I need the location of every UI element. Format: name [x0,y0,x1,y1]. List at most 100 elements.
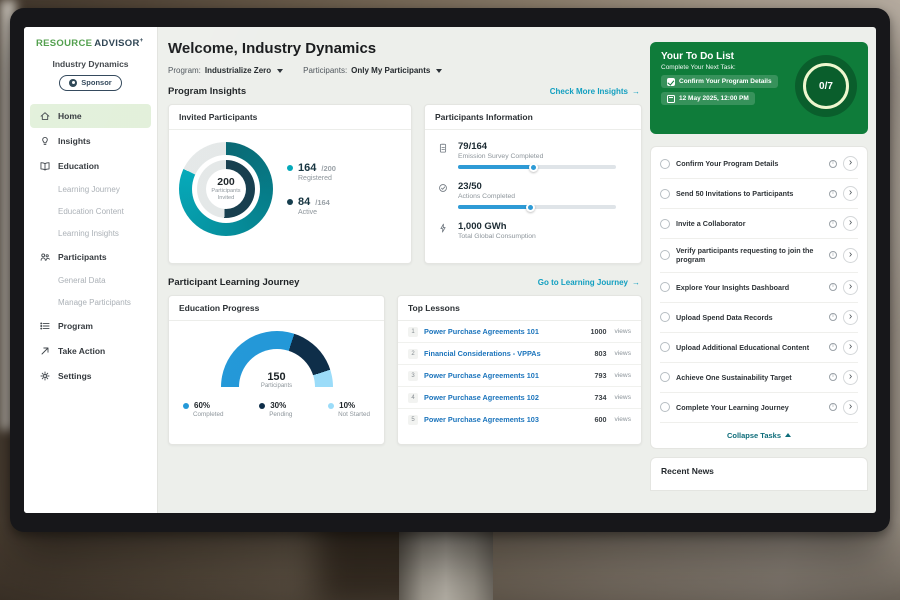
task-checkbox[interactable] [660,402,670,412]
task-row-invite-collaborator[interactable]: Invite a Collaborator [660,209,858,239]
lesson-views-count: 803 [595,349,607,358]
learning-cards-row: Education Progress 150 Participants 60% … [168,295,642,445]
sidebar-item-general-data[interactable]: General Data [24,270,157,292]
info-icon[interactable] [829,251,837,259]
task-label: Explore Your Insights Dashboard [676,283,823,292]
legend-item-pending: 30% Pending [259,401,292,418]
sidebar-item-learning-insights[interactable]: Learning Insights [24,223,157,245]
legend-percent: 30% [270,401,286,410]
donut-center: 200 Participants Invited [206,169,246,209]
info-icon[interactable] [829,313,837,321]
chevron-right-icon[interactable] [843,310,858,325]
info-icon[interactable] [829,220,837,228]
stat-value: 79/164 [458,141,616,152]
sidebar-subitem-label: Education Content [58,207,124,216]
task-checkbox[interactable] [660,312,670,322]
sidebar-item-education[interactable]: Education [30,154,151,178]
task-row-complete-learning-journey[interactable]: Complete Your Learning Journey [660,393,858,423]
sidebar-item-home[interactable]: Home [30,104,151,128]
task-row-confirm-program[interactable]: Confirm Your Program Details [660,149,858,179]
todo-summary-card: Your To Do List Complete Your Next Task:… [650,42,868,134]
due-date-pill: 12 May 2025, 12:00 PM [661,92,755,105]
task-row-upload-spend-data[interactable]: Upload Spend Data Records [660,303,858,333]
main-content: Welcome, Industry Dynamics Program: Indu… [158,27,648,513]
task-checkbox[interactable] [660,250,670,260]
chevron-right-icon[interactable] [843,340,858,355]
next-task-pill[interactable]: Confirm Your Program Details [661,75,778,88]
progress-bar [458,165,616,169]
role-badge-label: Sponsor [81,78,111,87]
recent-news-title: Recent News [661,466,857,476]
sidebar-item-insights[interactable]: Insights [30,129,151,153]
task-row-send-invitations[interactable]: Send 50 Invitations to Participants [660,179,858,209]
task-row-explore-insights[interactable]: Explore Your Insights Dashboard [660,273,858,303]
task-checkbox[interactable] [660,189,670,199]
task-label: Complete Your Learning Journey [676,403,823,412]
sidebar-item-learning-journey[interactable]: Learning Journey [24,179,157,201]
role-badge[interactable]: Sponsor [59,75,121,91]
donut-legend: 164 /200 Registered 84 /164 [287,162,336,216]
logo-advisor: ADVISOR [94,38,139,49]
lesson-link[interactable]: Power Purchase Agreements 101 [424,327,585,336]
lesson-views-label: views [615,416,632,423]
chevron-right-icon[interactable] [843,156,858,171]
lesson-rank: 4 [408,393,418,403]
lesson-link[interactable]: Power Purchase Agreements 102 [424,393,589,402]
chevron-right-icon[interactable] [843,400,858,415]
check-more-insights-link[interactable]: Check More Insights → [550,87,640,96]
info-icon[interactable] [829,283,837,291]
chevron-right-icon[interactable] [843,280,858,295]
sidebar-subitem-label: Manage Participants [58,298,131,307]
actions-icon [437,182,449,194]
sidebar-item-program[interactable]: Program [30,314,151,338]
chevron-right-icon[interactable] [843,186,858,201]
sidebar-item-education-content[interactable]: Education Content [24,201,157,223]
lesson-rank: 5 [408,415,418,425]
gauge-legend: 60% Completed 30% Pending 10% Not Starte… [169,401,384,418]
chevron-right-icon[interactable] [843,248,858,263]
collapse-tasks-label: Collapse Tasks [727,431,781,440]
settings-icon [39,370,51,382]
stat-value: 23/50 [458,181,616,192]
task-checkbox[interactable] [660,219,670,229]
chevron-right-icon[interactable] [843,370,858,385]
task-checkbox[interactable] [660,372,670,382]
logo-plus: + [140,38,144,44]
task-checkbox[interactable] [660,282,670,292]
card-title: Participants Information [425,105,641,130]
task-checkbox[interactable] [660,159,670,169]
program-filter-value: Industrialize Zero [205,66,271,75]
info-icon[interactable] [829,160,837,168]
go-to-learning-journey-link[interactable]: Go to Learning Journey → [538,278,640,287]
link-label: Go to Learning Journey [538,278,628,287]
info-icon[interactable] [829,373,837,381]
task-row-upload-educational-content[interactable]: Upload Additional Educational Content [660,333,858,363]
task-row-verify-participants[interactable]: Verify participants requesting to join t… [660,239,858,273]
sidebar-item-settings[interactable]: Settings [30,364,151,388]
education-icon [39,160,51,172]
program-filter-label: Program: [168,66,201,75]
calendar-icon [667,95,675,103]
info-icon[interactable] [829,343,837,351]
lesson-row: 2 Financial Considerations - VPPAs 803 v… [398,343,641,365]
task-row-achieve-target[interactable]: Achieve One Sustainability Target [660,363,858,393]
lesson-link[interactable]: Power Purchase Agreements 103 [424,415,589,424]
program-filter[interactable]: Program: Industrialize Zero [168,66,283,75]
lesson-link[interactable]: Financial Considerations - VPPAs [424,349,589,358]
sidebar-item-participants[interactable]: Participants [30,245,151,269]
lesson-row: 5 Power Purchase Agreements 103 600 view… [398,409,641,430]
chevron-right-icon[interactable] [843,216,858,231]
legend-item-completed: 60% Completed [183,401,223,418]
participants-icon [39,251,51,263]
lesson-views-label: views [615,350,632,357]
legend-label: Completed [193,411,223,418]
task-checkbox[interactable] [660,342,670,352]
participants-filter[interactable]: Participants: Only My Participants [303,66,442,75]
info-icon[interactable] [829,190,837,198]
sidebar-item-take-action[interactable]: Take Action [30,339,151,363]
sidebar-item-manage-participants[interactable]: Manage Participants [24,292,157,314]
collapse-tasks-button[interactable]: Collapse Tasks [660,423,858,445]
lesson-link[interactable]: Power Purchase Agreements 101 [424,371,589,380]
legend-dot [287,199,293,205]
info-icon[interactable] [829,403,837,411]
